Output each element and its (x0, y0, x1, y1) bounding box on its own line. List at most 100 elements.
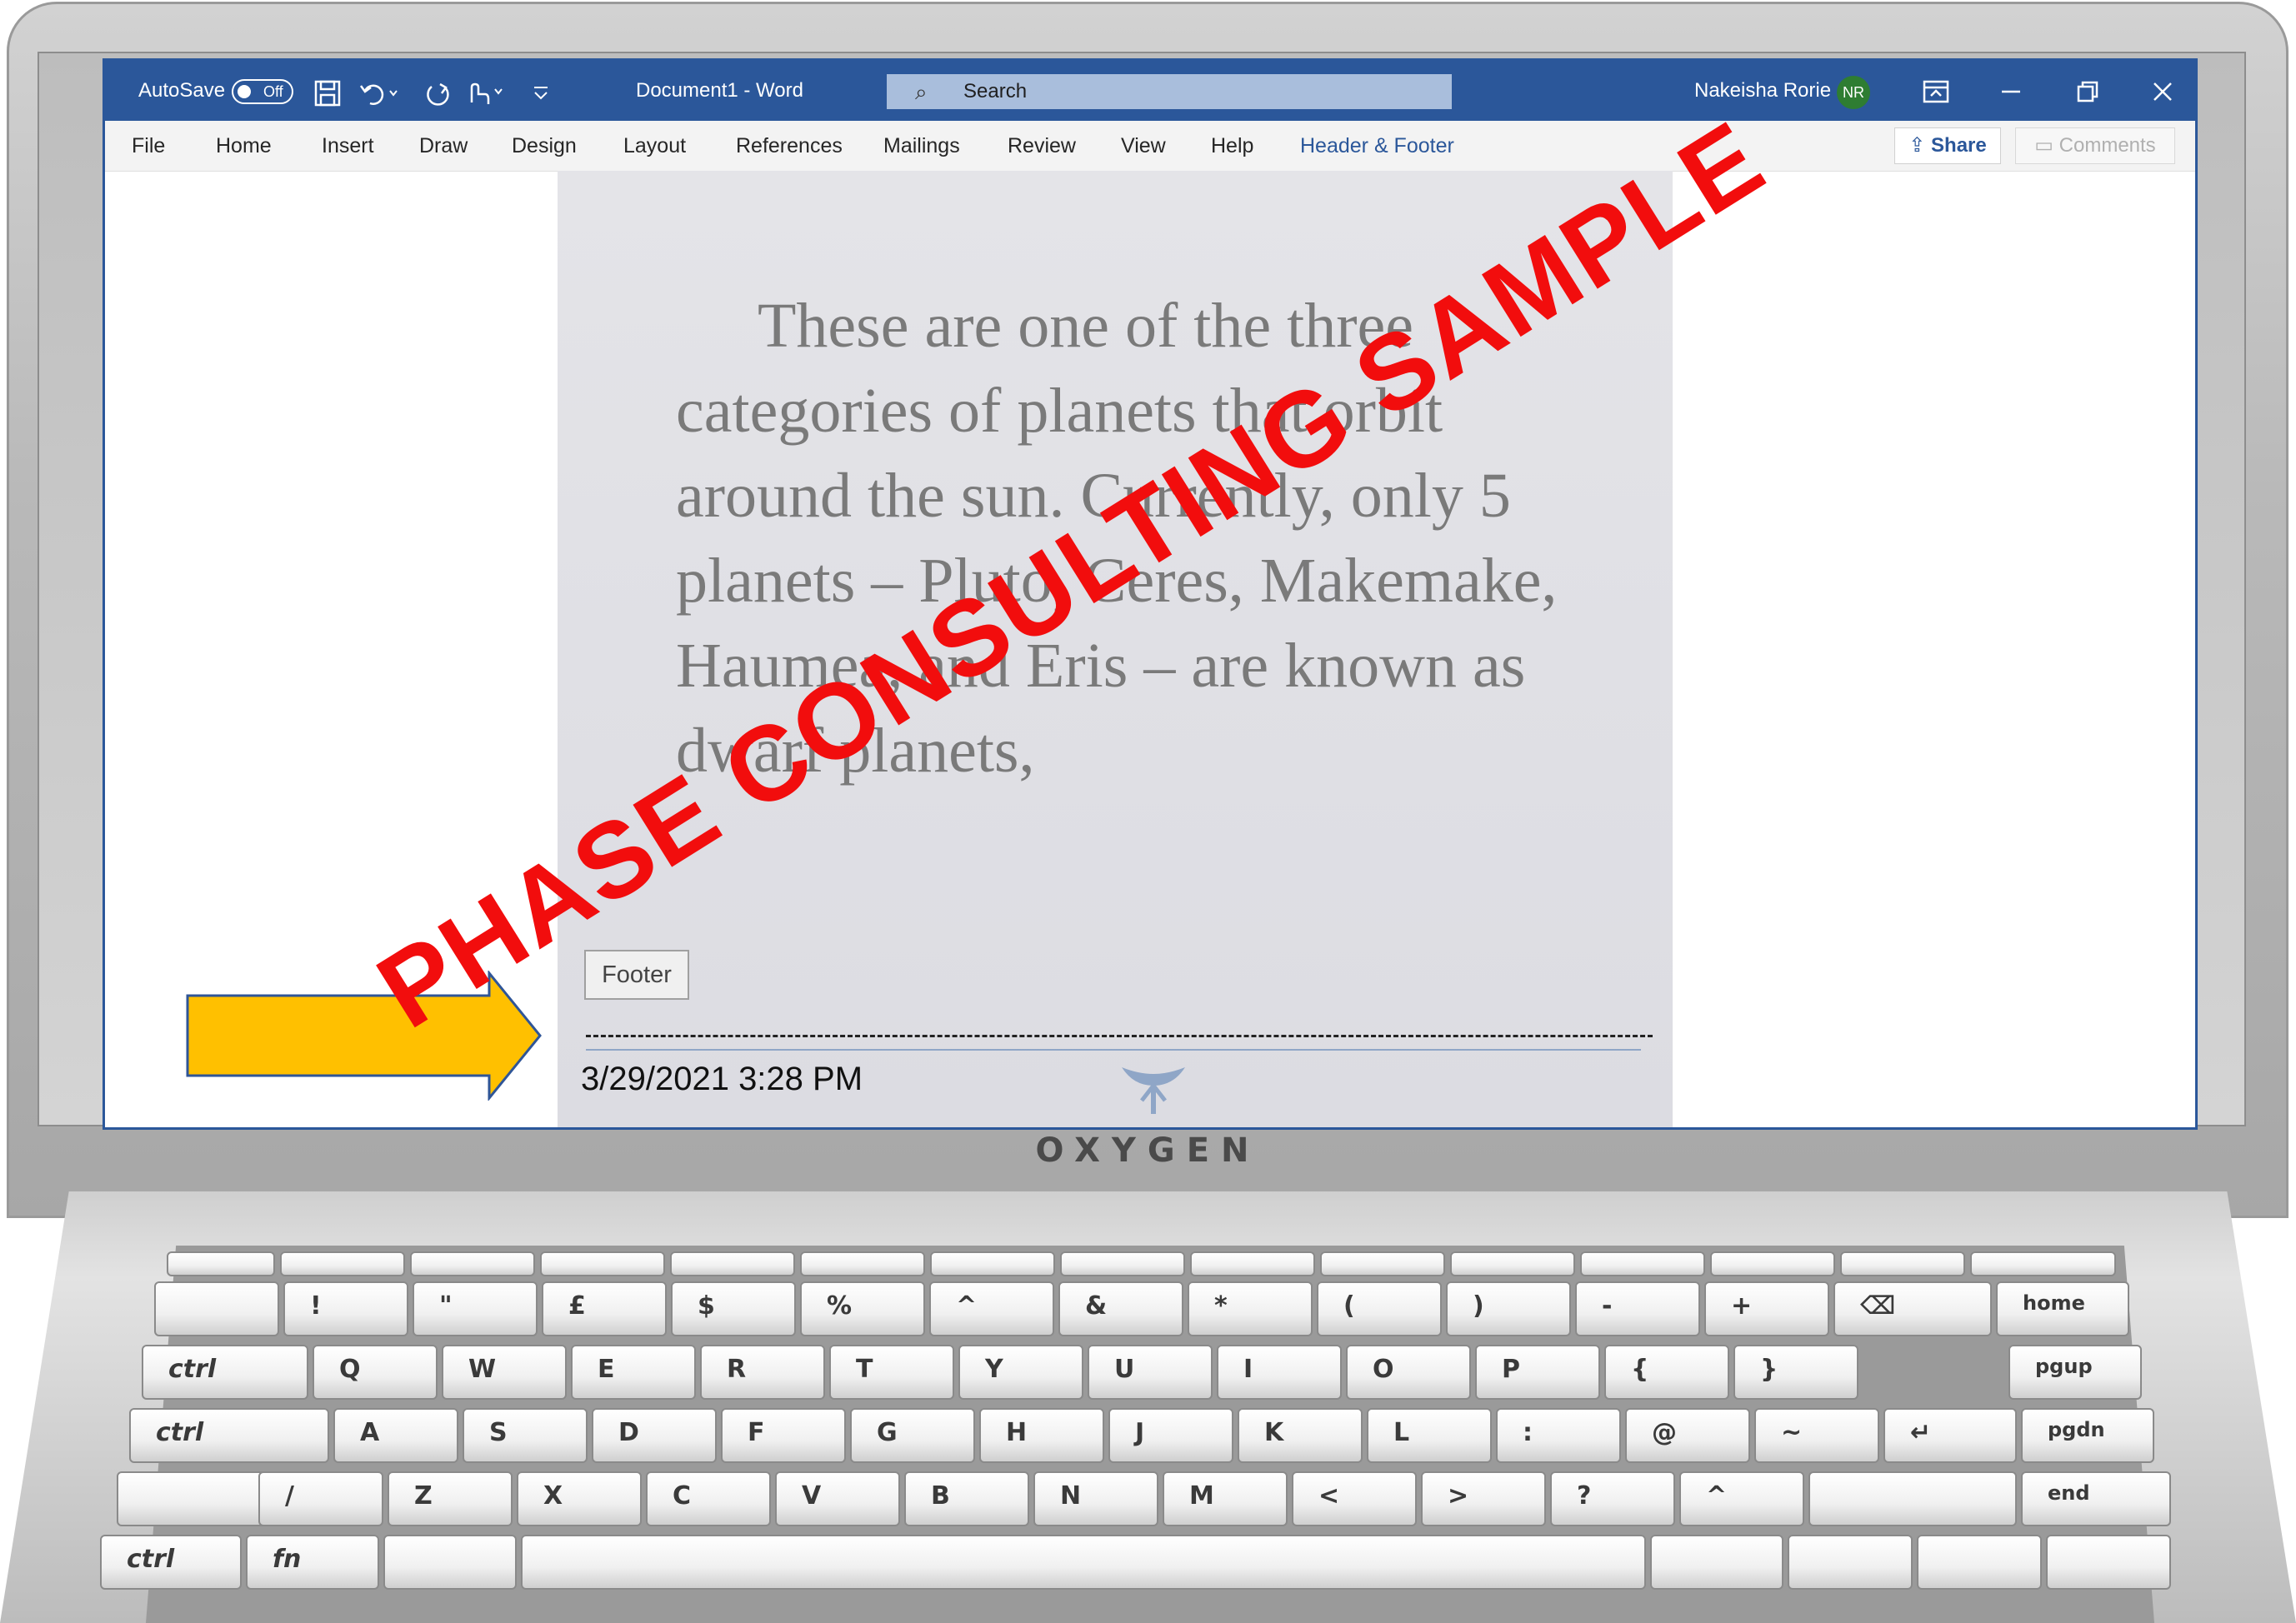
key[interactable]: & (1058, 1281, 1183, 1336)
function-key[interactable] (1450, 1251, 1575, 1276)
key[interactable]: F (721, 1408, 846, 1463)
enter-key[interactable]: ↵ (1883, 1408, 2017, 1463)
key[interactable]: ) (1446, 1281, 1571, 1336)
ribbon-display-options-icon[interactable] (1922, 79, 1950, 104)
ctrl-key[interactable]: ctrl (100, 1535, 242, 1590)
tab-review[interactable]: Review (1008, 121, 1076, 171)
function-key[interactable] (1970, 1251, 2116, 1276)
key[interactable]: < (1292, 1471, 1417, 1526)
key[interactable] (1917, 1535, 2042, 1590)
tab-header-footer[interactable]: Header & Footer (1300, 121, 1454, 171)
key[interactable]: R (700, 1345, 825, 1400)
key[interactable]: ! (283, 1281, 408, 1336)
shift-key[interactable] (1808, 1471, 2017, 1526)
key[interactable]: K (1238, 1408, 1363, 1463)
key[interactable]: Q (313, 1345, 438, 1400)
key[interactable]: - (1575, 1281, 1700, 1336)
footer-date[interactable]: 3/29/2021 3:28 PM (581, 1061, 863, 1098)
tab-file[interactable]: File (132, 121, 165, 171)
home-key[interactable]: home (1996, 1281, 2129, 1336)
key[interactable]: W (442, 1345, 567, 1400)
function-key[interactable] (1320, 1251, 1445, 1276)
save-icon[interactable] (313, 79, 342, 107)
function-key[interactable] (1190, 1251, 1315, 1276)
key[interactable]: + (1704, 1281, 1829, 1336)
key[interactable]: A (333, 1408, 458, 1463)
key[interactable]: P (1475, 1345, 1600, 1400)
key[interactable]: } (1733, 1345, 1858, 1400)
key[interactable]: M (1163, 1471, 1288, 1526)
function-key[interactable] (1710, 1251, 1835, 1276)
comments-button[interactable]: ▭ Comments (2015, 127, 2175, 164)
restore-icon[interactable] (2075, 79, 2100, 104)
space-bar[interactable] (521, 1535, 1646, 1590)
key[interactable]: V (775, 1471, 900, 1526)
key[interactable]: % (800, 1281, 925, 1336)
function-key[interactable] (670, 1251, 795, 1276)
undo-icon[interactable] (358, 79, 400, 107)
key[interactable]: X (517, 1471, 642, 1526)
key[interactable]: @ (1625, 1408, 1750, 1463)
key[interactable] (1650, 1535, 1783, 1590)
key[interactable]: $ (671, 1281, 796, 1336)
autosave-toggle[interactable]: Off (232, 79, 293, 104)
close-icon[interactable] (2150, 79, 2175, 104)
share-button[interactable]: ⇪ Share (1894, 127, 2001, 164)
tab-references[interactable]: References (736, 121, 843, 171)
key[interactable]: ( (1317, 1281, 1442, 1336)
key[interactable]: E (571, 1345, 696, 1400)
function-key[interactable] (280, 1251, 405, 1276)
key[interactable]: " (413, 1281, 538, 1336)
key[interactable]: B (904, 1471, 1029, 1526)
function-key[interactable] (410, 1251, 535, 1276)
key[interactable]: * (1188, 1281, 1313, 1336)
key[interactable] (383, 1535, 517, 1590)
tab-mailings[interactable]: Mailings (883, 121, 960, 171)
key[interactable]: { (1604, 1345, 1729, 1400)
backspace-key[interactable]: ⌫ (1833, 1281, 1992, 1336)
function-key[interactable] (930, 1251, 1055, 1276)
tab-view[interactable]: View (1121, 121, 1166, 171)
pgdn-key[interactable]: pgdn (2021, 1408, 2154, 1463)
search-box[interactable]: ⌕ Search (887, 74, 1452, 109)
customize-toolbar-icon[interactable] (530, 82, 552, 104)
function-key[interactable] (1840, 1251, 1965, 1276)
key[interactable]: > (1421, 1471, 1546, 1526)
ctrl-key[interactable]: ctrl (142, 1345, 308, 1400)
key[interactable]: Y (958, 1345, 1083, 1400)
function-key[interactable] (800, 1251, 925, 1276)
tab-draw[interactable]: Draw (419, 121, 468, 171)
key[interactable] (1788, 1535, 1913, 1590)
function-key[interactable] (1060, 1251, 1185, 1276)
key[interactable]: / (258, 1471, 383, 1526)
ctrl-key[interactable]: ctrl (129, 1408, 329, 1463)
key[interactable]: ^ (929, 1281, 1054, 1336)
key[interactable]: H (979, 1408, 1104, 1463)
key[interactable]: C (646, 1471, 771, 1526)
key[interactable]: Z (388, 1471, 513, 1526)
key[interactable]: G (850, 1408, 975, 1463)
key[interactable]: : (1496, 1408, 1621, 1463)
key[interactable]: S (463, 1408, 588, 1463)
key[interactable] (154, 1281, 279, 1336)
key[interactable]: J (1108, 1408, 1233, 1463)
key[interactable]: ? (1550, 1471, 1675, 1526)
key[interactable]: T (829, 1345, 954, 1400)
function-key[interactable] (540, 1251, 665, 1276)
tab-home[interactable]: Home (216, 121, 272, 171)
end-key[interactable]: end (2021, 1471, 2171, 1526)
pgup-key[interactable]: pgup (2008, 1345, 2142, 1400)
fn-key[interactable]: fn (246, 1535, 379, 1590)
key[interactable]: L (1367, 1408, 1492, 1463)
key[interactable]: D (592, 1408, 717, 1463)
key[interactable] (2046, 1535, 2171, 1590)
redo-icon[interactable] (423, 79, 452, 107)
touch-mode-icon[interactable] (463, 77, 505, 107)
key[interactable]: ~ (1754, 1408, 1879, 1463)
key[interactable]: U (1088, 1345, 1213, 1400)
minimize-icon[interactable] (1998, 81, 2023, 102)
key[interactable]: I (1217, 1345, 1342, 1400)
tab-design[interactable]: Design (512, 121, 577, 171)
key[interactable]: N (1033, 1471, 1158, 1526)
function-key[interactable] (167, 1251, 275, 1276)
